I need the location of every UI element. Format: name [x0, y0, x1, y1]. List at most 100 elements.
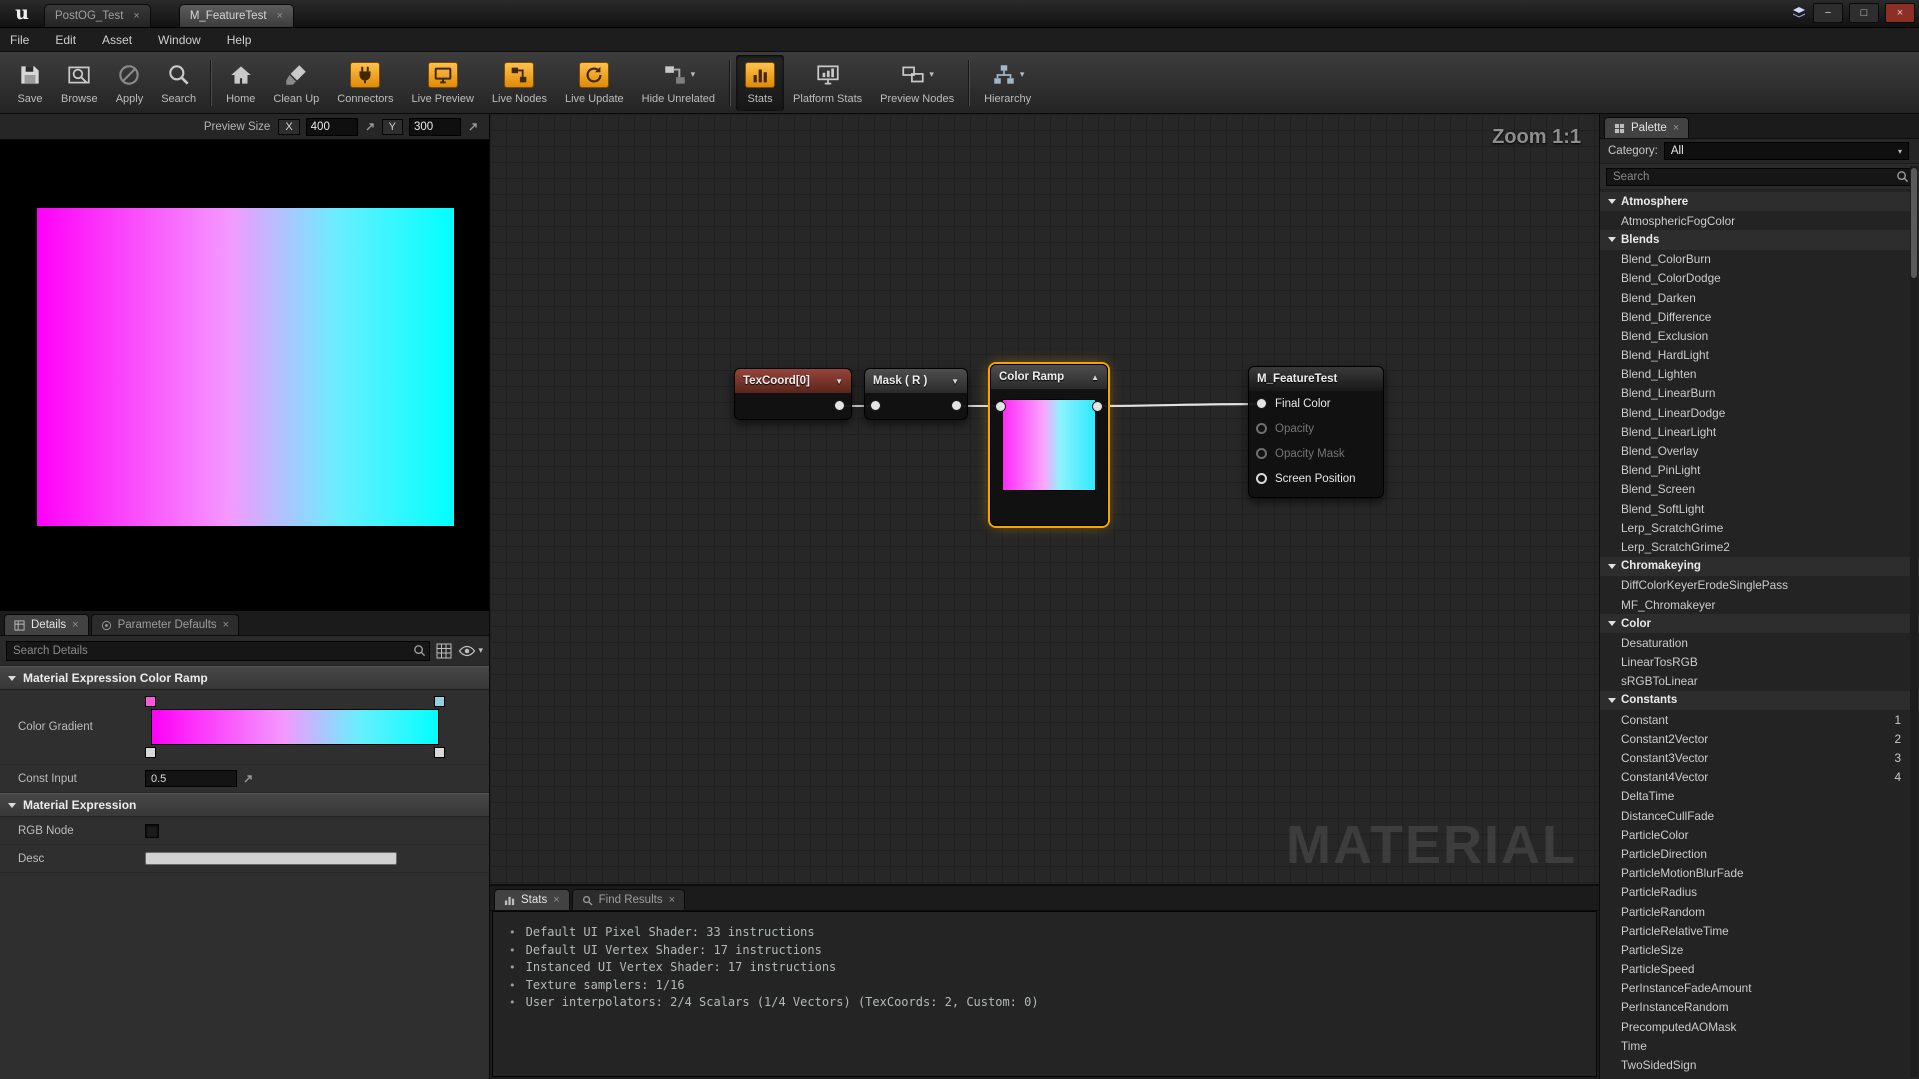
- palette-row[interactable]: Blend_SoftLight: [1600, 499, 1919, 518]
- menu-item[interactable]: File: [10, 33, 29, 47]
- pin-row-screen-position[interactable]: Screen Position: [1249, 466, 1383, 491]
- node-color-ramp[interactable]: Color Ramp ▲: [990, 364, 1108, 526]
- resize-arrows-icon[interactable]: [467, 121, 479, 133]
- resize-arrows-icon[interactable]: [242, 773, 254, 785]
- node-m-featuretest[interactable]: M_FeatureTest Final Color Opacity Opacit…: [1248, 366, 1384, 498]
- input-pin[interactable]: [870, 400, 881, 411]
- palette-row[interactable]: Blend_LinearBurn: [1600, 384, 1919, 403]
- browse-button[interactable]: Browse: [52, 55, 107, 111]
- output-pin[interactable]: [1092, 401, 1103, 412]
- palette-row[interactable]: ParticleRadius: [1600, 883, 1919, 902]
- palette-row[interactable]: Atmosphere: [1600, 192, 1919, 211]
- preview-x-input[interactable]: [306, 118, 358, 136]
- palette-row[interactable]: ParticleMotionBlurFade: [1600, 864, 1919, 883]
- tab-find-results[interactable]: Find Results ×: [572, 889, 685, 910]
- save-button[interactable]: Save: [8, 55, 52, 111]
- display-filter-eye-icon[interactable]: ▾: [458, 644, 483, 658]
- palette-scrollbar[interactable]: [1910, 166, 1918, 1077]
- palette-row[interactable]: DeltaTime: [1600, 787, 1919, 806]
- chevron-up-icon[interactable]: ▲: [1091, 373, 1099, 382]
- palette-row[interactable]: Blend_Difference: [1600, 307, 1919, 326]
- color-gradient-editor[interactable]: [145, 696, 445, 758]
- node-mask[interactable]: Mask ( R ) ▼: [864, 368, 968, 420]
- palette-row[interactable]: PerInstanceRandom: [1600, 998, 1919, 1017]
- gradient-preview-bar[interactable]: [151, 709, 439, 745]
- screen-position-pin[interactable]: [1256, 473, 1267, 484]
- pin-row-final-color[interactable]: Final Color: [1249, 391, 1383, 416]
- palette-row[interactable]: ParticleColor: [1600, 825, 1919, 844]
- maximize-button[interactable]: □: [1849, 3, 1879, 23]
- clean-up-button[interactable]: Clean Up: [264, 55, 328, 111]
- palette-row[interactable]: Blend_ColorDodge: [1600, 269, 1919, 288]
- palette-row[interactable]: Constants: [1600, 691, 1919, 710]
- palette-row[interactable]: DiffColorKeyerErodeSinglePass: [1600, 576, 1919, 595]
- palette-row[interactable]: Blend_Exclusion: [1600, 326, 1919, 345]
- palette-row[interactable]: Blend_PinLight: [1600, 461, 1919, 480]
- palette-row[interactable]: ParticleDirection: [1600, 844, 1919, 863]
- menu-item[interactable]: Asset: [102, 33, 132, 47]
- stats-button[interactable]: Stats: [736, 55, 784, 111]
- close-icon[interactable]: ×: [223, 620, 229, 631]
- preview-y-input[interactable]: [409, 118, 461, 136]
- palette-search-input[interactable]: [1606, 168, 1913, 186]
- hide-unrelated-button[interactable]: ▾ Hide Unrelated: [633, 55, 724, 111]
- close-icon[interactable]: ×: [277, 11, 283, 22]
- palette-row[interactable]: LinearTosRGB: [1600, 653, 1919, 672]
- property-matrix-icon[interactable]: [436, 643, 452, 659]
- palette-row[interactable]: ParticleSize: [1600, 940, 1919, 959]
- home-button[interactable]: Home: [217, 55, 264, 111]
- palette-row[interactable]: Blend_LinearDodge: [1600, 403, 1919, 422]
- palette-row[interactable]: Constant2Vector 2: [1600, 729, 1919, 748]
- menu-item[interactable]: Window: [158, 33, 201, 47]
- palette-row[interactable]: VertexColor: [1600, 1075, 1919, 1079]
- doc-tab-m-featuretest[interactable]: M_FeatureTest ×: [179, 4, 294, 27]
- palette-row[interactable]: Blend_HardLight: [1600, 346, 1919, 365]
- palette-row[interactable]: Constant 1: [1600, 710, 1919, 729]
- node-texcoord[interactable]: TexCoord[0] ▼: [734, 368, 852, 420]
- live-nodes-button[interactable]: Live Nodes: [483, 55, 556, 111]
- close-icon[interactable]: ×: [553, 895, 559, 906]
- palette-row[interactable]: Color: [1600, 614, 1919, 633]
- chevron-down-icon[interactable]: ▾: [929, 69, 934, 80]
- opacity-pin[interactable]: [1256, 423, 1267, 434]
- output-pin[interactable]: [834, 400, 845, 411]
- chevron-down-icon[interactable]: ▾: [1020, 69, 1025, 80]
- expand-arrow-icon[interactable]: [1608, 564, 1616, 569]
- chevron-down-icon[interactable]: ▾: [691, 69, 696, 80]
- final-color-pin[interactable]: [1256, 398, 1267, 409]
- pin-row-opacity[interactable]: Opacity: [1249, 416, 1383, 441]
- palette-row[interactable]: ParticleRelativeTime: [1600, 921, 1919, 940]
- palette-row[interactable]: Blend_Overlay: [1600, 441, 1919, 460]
- palette-row[interactable]: Blends: [1600, 230, 1919, 249]
- input-pin[interactable]: [995, 401, 1006, 412]
- gradient-stop-handle[interactable]: [434, 696, 445, 707]
- menu-item[interactable]: Edit: [55, 33, 76, 47]
- scrollbar-thumb[interactable]: [1911, 168, 1917, 278]
- palette-row[interactable]: Blend_Screen: [1600, 480, 1919, 499]
- expand-arrow-icon[interactable]: [1608, 698, 1616, 703]
- gradient-stop-handle[interactable]: [145, 696, 156, 707]
- chevron-down-icon[interactable]: ▼: [951, 377, 959, 386]
- details-search-input[interactable]: [6, 641, 430, 661]
- close-icon[interactable]: ×: [133, 11, 139, 22]
- palette-row[interactable]: Time: [1600, 1036, 1919, 1055]
- close-icon[interactable]: ×: [1673, 123, 1679, 134]
- desc-field[interactable]: [145, 852, 397, 865]
- tab-details[interactable]: Details ×: [4, 614, 89, 635]
- palette-row[interactable]: PerInstanceFadeAmount: [1600, 979, 1919, 998]
- close-icon[interactable]: ×: [72, 620, 78, 631]
- close-button[interactable]: ×: [1885, 3, 1915, 23]
- palette-row[interactable]: Lerp_ScratchGrime: [1600, 518, 1919, 537]
- palette-row[interactable]: ParticleSpeed: [1600, 960, 1919, 979]
- material-preview-viewport[interactable]: [0, 140, 489, 611]
- menu-item[interactable]: Help: [227, 33, 252, 47]
- apply-button[interactable]: Apply: [107, 55, 153, 111]
- layers-icon[interactable]: [1791, 5, 1807, 21]
- palette-row[interactable]: Lerp_ScratchGrime2: [1600, 537, 1919, 556]
- palette-row[interactable]: AtmosphericFogColor: [1600, 211, 1919, 230]
- rgb-node-checkbox[interactable]: [145, 824, 159, 838]
- palette-row[interactable]: Blend_LinearLight: [1600, 422, 1919, 441]
- output-pin[interactable]: [951, 400, 962, 411]
- section-header-material-expression[interactable]: Material Expression: [0, 793, 489, 817]
- category-select[interactable]: All ▾: [1664, 142, 1909, 160]
